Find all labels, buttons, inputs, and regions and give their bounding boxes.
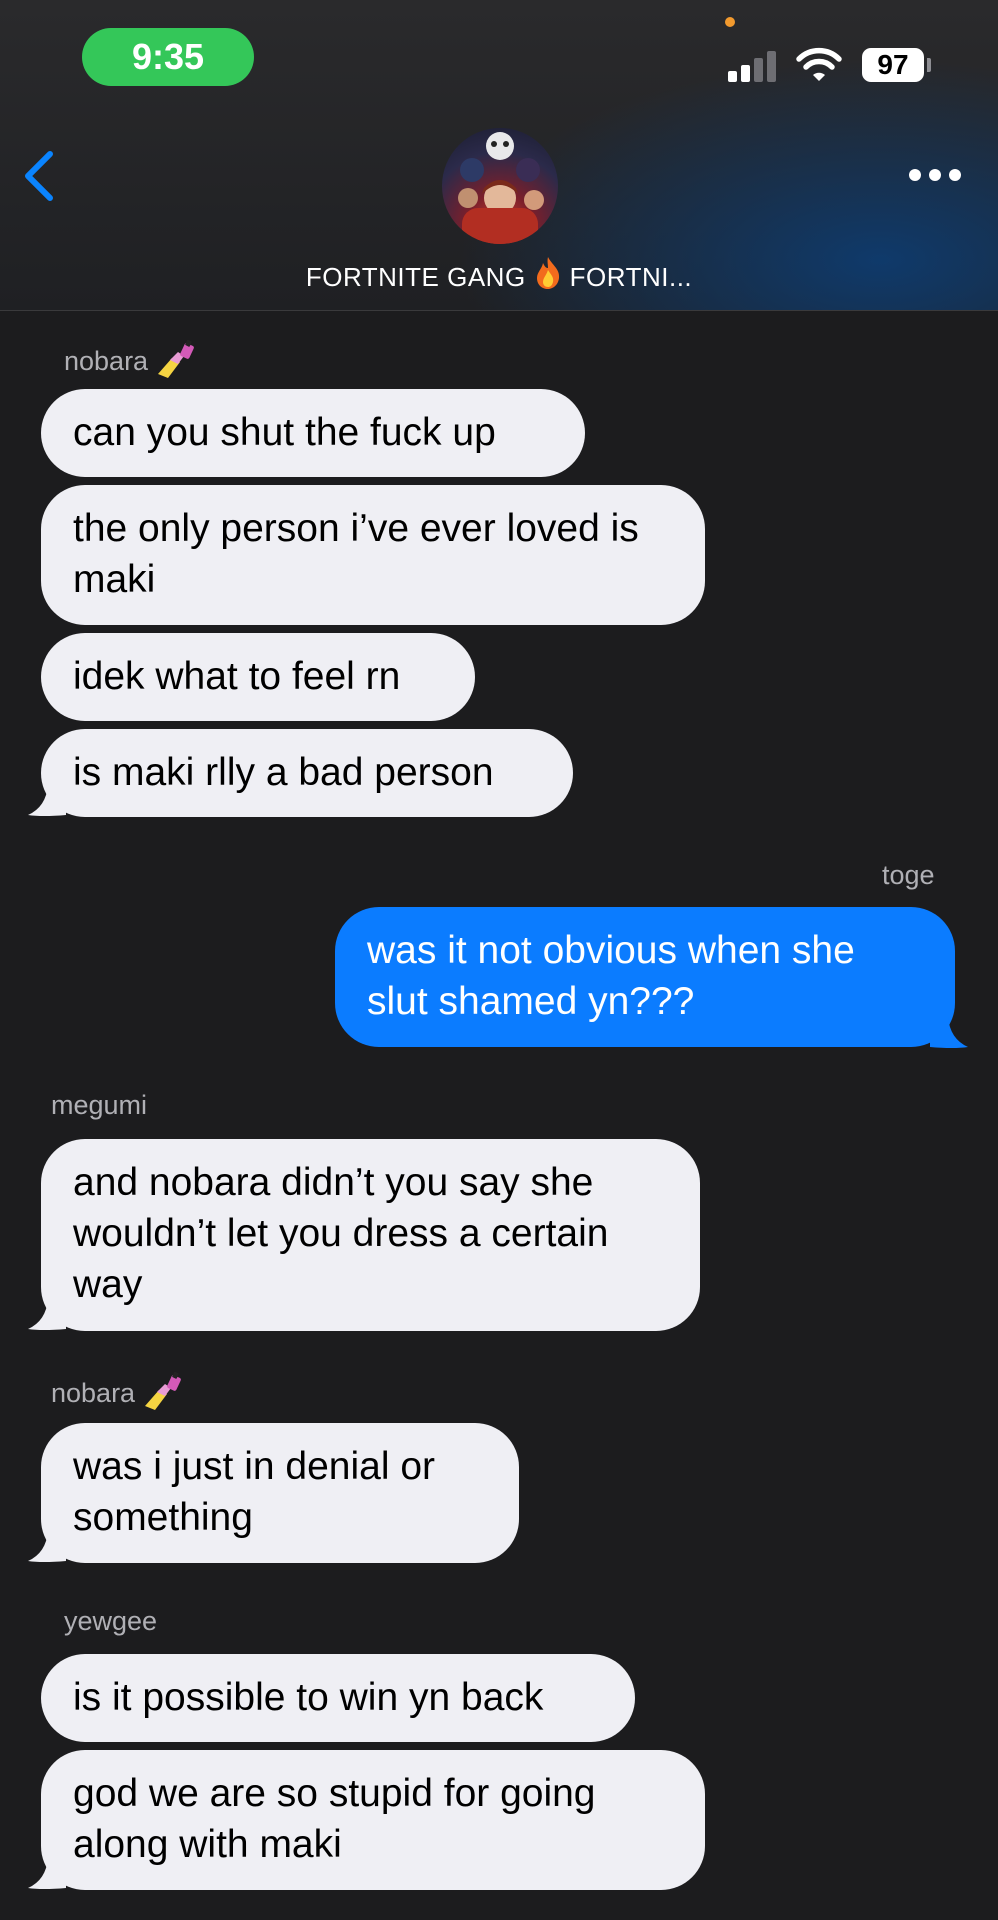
status-bar: 9:35 97 (0, 0, 998, 110)
message-bubble[interactable]: is it possible to win yn back (41, 1654, 635, 1742)
sender-label: toge (882, 860, 935, 890)
bubble-tail (28, 1858, 66, 1889)
bubble-tail (28, 785, 66, 816)
back-chevron-icon (25, 151, 53, 201)
sender-label: nobara (51, 1371, 187, 1412)
bubble-tail (28, 1531, 66, 1562)
group-title[interactable]: FORTNITE GANG FORTNI... (0, 256, 998, 297)
message-bubble[interactable]: is maki rlly a bad person (41, 729, 573, 817)
signal-icon (728, 50, 778, 82)
message-bubble[interactable]: god we are so stupid for going along wit… (41, 1750, 705, 1890)
status-time[interactable]: 9:35 (82, 28, 254, 86)
more-options-icon (909, 169, 961, 181)
message-bubble[interactable]: idek what to feel rn (41, 633, 475, 721)
sender-label: yewgee (64, 1606, 158, 1636)
battery-nub (927, 58, 931, 72)
sender-label: nobara (64, 339, 200, 380)
nail-polish-emoji-icon (144, 1371, 181, 1410)
group-title-left: FORTNITE GANG (305, 262, 526, 292)
message-bubble[interactable]: and nobara didn’t you say she wouldn’t l… (41, 1139, 700, 1331)
message-bubble[interactable]: was it not obvious when she slut shamed … (335, 907, 955, 1047)
group-title-right: FORTNI... (569, 262, 693, 292)
message-bubble[interactable]: can you shut the fuck up (41, 389, 585, 477)
back-button[interactable] (18, 148, 68, 204)
privacy-indicator-dot (725, 17, 735, 27)
wifi-icon (796, 47, 842, 81)
nail-polish-emoji-icon (157, 339, 194, 378)
group-avatar[interactable] (442, 128, 558, 244)
more-options-button[interactable] (900, 160, 970, 190)
bubble-tail (28, 1299, 66, 1330)
sender-label: megumi (51, 1090, 148, 1120)
bubble-tail (930, 1017, 968, 1048)
message-bubble[interactable]: was i just in denial or something (41, 1423, 519, 1563)
message-bubble[interactable]: the only person i’ve ever loved is maki (41, 485, 705, 625)
fire-emoji-icon (534, 256, 562, 297)
battery-icon: 97 (862, 48, 924, 82)
